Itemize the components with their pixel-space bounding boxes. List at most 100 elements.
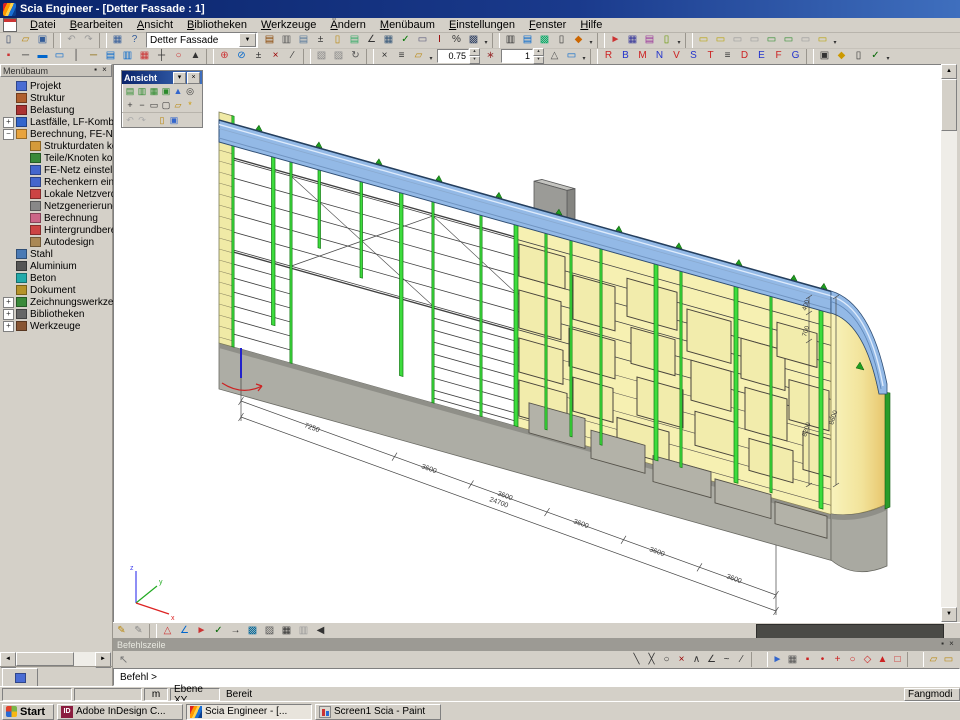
toolbar-icon[interactable]	[597, 33, 605, 48]
tree-item[interactable]: Netzgenerierung	[0, 200, 113, 212]
tree-expander[interactable]: +	[3, 321, 14, 332]
snap-icon[interactable]: ▭	[941, 652, 956, 667]
toolbar-icon[interactable]: ∠	[363, 33, 380, 48]
toolbar-icon[interactable]: ►	[193, 624, 210, 639]
tree-item[interactable]: Rechenkern einsteller	[0, 176, 113, 188]
tree-item[interactable]: Stahl	[0, 248, 113, 260]
palette-icon[interactable]: ▣	[160, 85, 172, 97]
toolbar-icon[interactable]: ▬	[34, 49, 51, 64]
toolbar-icon[interactable]: ▥	[295, 624, 312, 639]
toolbar-icon[interactable]: ≡	[393, 49, 410, 64]
toolbar-icon[interactable]: ▱	[410, 49, 427, 64]
toolbar-icon[interactable]: ⊕	[216, 49, 233, 64]
toolbar-icon[interactable]: ◆	[833, 49, 850, 64]
toolbar-icon[interactable]: ✓	[397, 33, 414, 48]
toolbar-icon[interactable]: ▭	[746, 33, 763, 48]
menu-tree-header[interactable]: Menübaum ▪ ×	[0, 64, 112, 77]
toolbar-icon[interactable]: ▤	[346, 33, 363, 48]
toolbar-icon[interactable]: ▩	[465, 33, 482, 48]
snap-icon[interactable]: □	[890, 652, 905, 667]
toolbar-icon[interactable]: I	[431, 33, 448, 48]
toolbar-icon[interactable]: ⊘	[233, 49, 250, 64]
close-icon[interactable]: ×	[947, 640, 956, 649]
snap-icon[interactable]: ∧	[689, 652, 704, 667]
palette-icon[interactable]: ◎	[184, 85, 196, 97]
toolbar-icon[interactable]: ○	[170, 49, 187, 64]
tree-item[interactable]: Strukturdaten kontrolli	[0, 140, 113, 152]
toolbar-icon[interactable]: ▪	[0, 49, 17, 64]
toolbar-icon[interactable]: │	[68, 49, 85, 64]
toolbar-icon[interactable]: ▦	[109, 33, 126, 48]
toolbar-icon[interactable]: ∠	[176, 624, 193, 639]
toolbar-icon[interactable]: ▾	[884, 49, 892, 64]
viewport-vscrollbar[interactable]: ▲ ▼	[941, 64, 957, 622]
tree-item[interactable]: + Zeichnungswerkzeuge	[0, 296, 113, 308]
toolbar-icon[interactable]: %	[448, 33, 465, 48]
menu-item[interactable]: Einstellungen	[442, 18, 522, 32]
toolbar-icon[interactable]: ±	[312, 33, 329, 48]
toolbar-icon[interactable]: ▭	[712, 33, 729, 48]
palette-icon[interactable]: ▣	[168, 114, 180, 126]
palette-icon[interactable]: −	[136, 99, 148, 111]
tree-expander[interactable]: +	[3, 297, 14, 308]
snap-icon[interactable]: ∕	[734, 652, 749, 667]
snap-icon[interactable]: ►	[770, 652, 785, 667]
sidebar-hscrollbar[interactable]: ◄ ►	[0, 652, 111, 666]
scroll-thumb[interactable]	[16, 652, 74, 666]
palette-icon[interactable]: ▱	[172, 99, 184, 111]
tree-item[interactable]: Teile/Knoten koppeln	[0, 152, 113, 164]
toolbar-icon[interactable]: ▯	[0, 33, 17, 48]
tree-item[interactable]: − Berechnung, FE-Netz	[0, 128, 113, 140]
taskbar-task-button[interactable]: ID Adobe InDesign C...	[57, 704, 183, 720]
toolbar-icon[interactable]: G	[787, 49, 804, 64]
toolbar-icon[interactable]: ▤	[641, 33, 658, 48]
toolbar-icon[interactable]: ?	[126, 33, 143, 48]
project-combo[interactable]: Detter Fassade ▼	[146, 32, 258, 48]
tree-item[interactable]: Aluminium	[0, 260, 113, 272]
scale-spinner[interactable]: ▲▼	[501, 49, 544, 63]
palette-icon[interactable]: *	[184, 99, 196, 111]
toolbar-icon[interactable]: ▤	[295, 33, 312, 48]
toolbar-icon[interactable]: ▥	[502, 33, 519, 48]
tree-item[interactable]: Belastung	[0, 104, 113, 116]
toolbar-icon[interactable]	[303, 49, 311, 64]
snap-icon[interactable]: ∠	[704, 652, 719, 667]
snap-icon[interactable]: ╲	[629, 652, 644, 667]
toolbar-icon[interactable]: ▾	[580, 49, 588, 64]
toolbar-icon[interactable]: →	[227, 624, 244, 639]
toolbar-icon[interactable]: ◆	[570, 33, 587, 48]
toolbar-icon[interactable]	[206, 49, 214, 64]
toolbar-icon[interactable]: ▯	[850, 49, 867, 64]
menu-item[interactable]: Werkzeuge	[254, 18, 323, 32]
scroll-up-icon[interactable]: ▲	[941, 64, 957, 79]
toolbar-icon[interactable]: ▯	[658, 33, 675, 48]
palette-icon[interactable]: ▦	[148, 85, 160, 97]
tree-item[interactable]: Berechnung	[0, 212, 113, 224]
toolbar-icon[interactable]: ▤	[519, 33, 536, 48]
snap-icon[interactable]: ╳	[644, 652, 659, 667]
toolbar-icon[interactable]: ↻	[347, 49, 364, 64]
snap-icon[interactable]: ▱	[926, 652, 941, 667]
menu-item[interactable]: Bearbeiten	[63, 18, 130, 32]
toolbar-icon[interactable]	[366, 49, 374, 64]
toolbar-icon[interactable]: ▨	[330, 49, 347, 64]
toolbar-icon[interactable]	[590, 49, 598, 64]
close-icon[interactable]: ×	[100, 66, 109, 75]
snap-icon[interactable]	[907, 652, 924, 667]
snap-mode-button[interactable]: Fangmodi	[904, 688, 960, 701]
toolbar-icon[interactable]: ▭	[763, 33, 780, 48]
toolbar-icon[interactable]: ▨	[261, 624, 278, 639]
toolbar-icon[interactable]: T	[702, 49, 719, 64]
snap-icon[interactable]: ~	[719, 652, 734, 667]
scroll-down-icon[interactable]: ▼	[941, 607, 957, 622]
toolbar-icon[interactable]: ▣	[816, 49, 833, 64]
pin-icon[interactable]: ▪	[938, 640, 947, 649]
toolbar-icon[interactable]: ×	[376, 49, 393, 64]
snap-icon[interactable]: •	[815, 652, 830, 667]
tree-item[interactable]: + Werkzeuge	[0, 320, 113, 332]
toolbar-icon[interactable]: ─	[85, 49, 102, 64]
toolbar-icon[interactable]: ▦	[624, 33, 641, 48]
toolbar-icon[interactable]: ▱	[17, 33, 34, 48]
menu-item[interactable]: Datei	[23, 18, 63, 32]
toolbar-icon[interactable]: ∗	[482, 49, 499, 64]
